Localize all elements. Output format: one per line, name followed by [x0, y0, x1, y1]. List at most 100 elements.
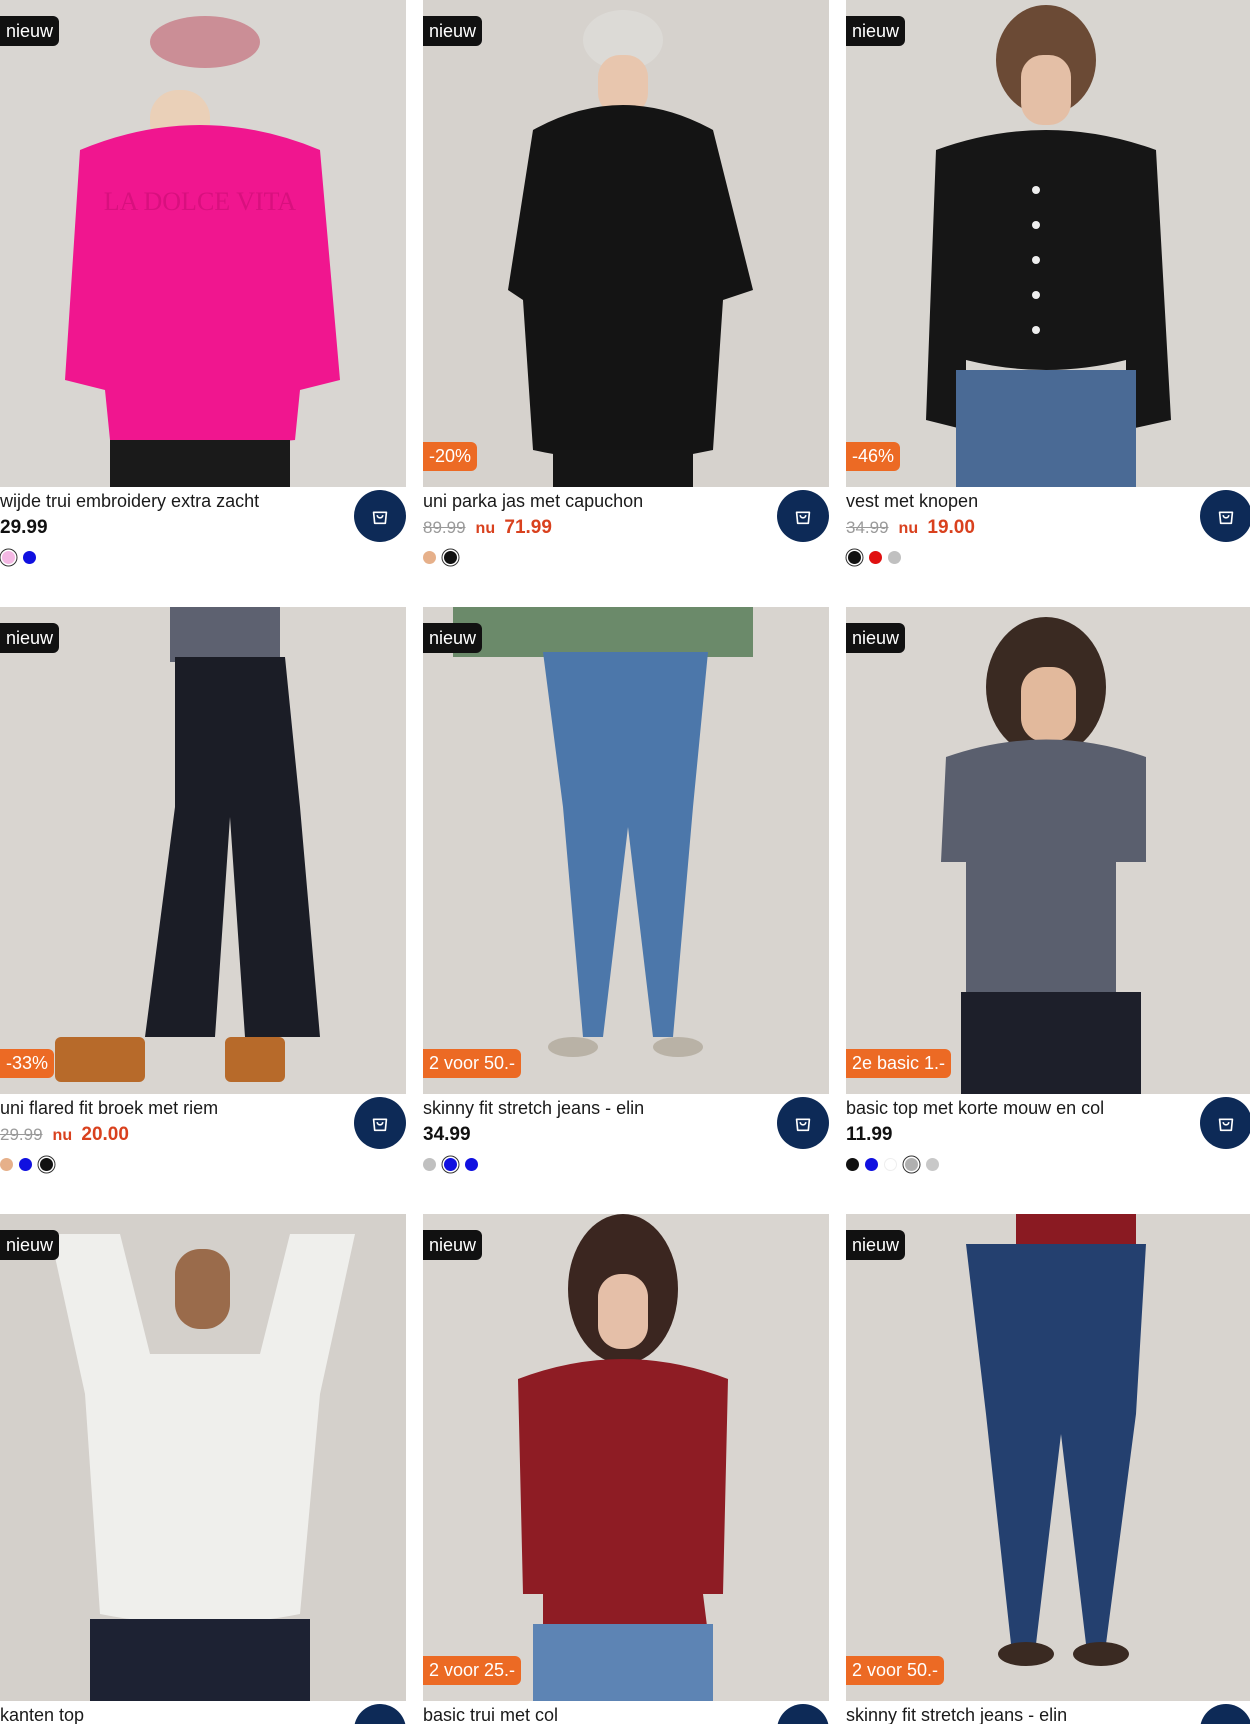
color-swatch[interactable] — [2, 551, 15, 564]
product-title[interactable]: uni parka jas met capuchon — [423, 491, 643, 512]
product-image[interactable]: nieuw -46% — [846, 0, 1250, 487]
add-to-cart-button[interactable] — [1200, 490, 1250, 542]
color-swatch[interactable] — [444, 1158, 457, 1171]
product-image[interactable]: nieuw 2 voor 25.- — [423, 1214, 829, 1701]
new-badge: nieuw — [0, 16, 60, 46]
price-row: 89.99 nu 71.99 — [423, 517, 552, 539]
color-swatch[interactable] — [869, 551, 882, 564]
color-swatches — [846, 551, 901, 564]
product-card[interactable]: nieuw kanten top — [0, 1214, 406, 1724]
add-to-cart-button[interactable] — [354, 1097, 406, 1149]
promo-badge: -33% — [0, 1049, 55, 1078]
product-photo — [846, 0, 1250, 487]
product-title[interactable]: vest met knopen — [846, 491, 978, 512]
product-image[interactable]: nieuw 2e basic 1.- — [846, 607, 1250, 1094]
color-swatch[interactable] — [884, 1158, 897, 1171]
price: 29.99 — [0, 517, 48, 538]
product-image[interactable]: nieuw -20% — [423, 0, 829, 487]
add-to-cart-button[interactable] — [777, 1097, 829, 1149]
price-row: 34.99 — [423, 1124, 471, 1146]
new-badge: nieuw — [423, 623, 483, 653]
new-badge: nieuw — [0, 1230, 60, 1260]
product-photo — [423, 1214, 829, 1701]
color-swatch[interactable] — [888, 551, 901, 564]
color-swatch[interactable] — [465, 1158, 478, 1171]
product-title[interactable]: skinny fit stretch jeans - elin — [423, 1098, 644, 1119]
color-swatch[interactable] — [23, 551, 36, 564]
color-swatches — [0, 1158, 55, 1171]
sale-price: 19.00 — [927, 517, 975, 538]
product-photo — [423, 607, 829, 1094]
nu-label: nu — [898, 520, 919, 537]
product-title[interactable]: uni flared fit broek met riem — [0, 1098, 218, 1119]
color-swatches — [846, 1158, 939, 1171]
price: 34.99 — [423, 1124, 471, 1145]
new-badge: nieuw — [0, 623, 60, 653]
new-badge: nieuw — [423, 1230, 483, 1260]
color-swatch[interactable] — [444, 551, 457, 564]
add-to-cart-button[interactable] — [1200, 1097, 1250, 1149]
product-title[interactable]: wijde trui embroidery extra zacht — [0, 491, 259, 512]
add-to-cart-button[interactable] — [1200, 1704, 1250, 1724]
color-swatch[interactable] — [865, 1158, 878, 1171]
color-swatches — [423, 551, 459, 564]
new-badge: nieuw — [846, 623, 906, 653]
product-title[interactable]: kanten top — [0, 1705, 84, 1724]
price-row: 29.99 nu 20.00 — [0, 1124, 129, 1146]
color-swatch[interactable] — [40, 1158, 53, 1171]
shopping-bag-icon — [1218, 511, 1234, 525]
product-image[interactable]: nieuw 2 voor 50.- — [423, 607, 829, 1094]
product-photo — [846, 607, 1250, 1094]
shopping-bag-icon — [1215, 1719, 1237, 1724]
color-swatch[interactable] — [848, 551, 861, 564]
shopping-bag-icon — [792, 1719, 814, 1724]
shopping-bag-icon — [795, 1118, 811, 1132]
product-photo — [0, 1214, 406, 1701]
product-title[interactable]: skinny fit stretch jeans - elin — [846, 1705, 1067, 1724]
product-title[interactable]: basic top met korte mouw en col — [846, 1098, 1104, 1119]
product-image[interactable]: LA DOLCE VITA nieuw — [0, 0, 406, 487]
new-badge: nieuw — [846, 1230, 906, 1260]
promo-badge: -46% — [846, 442, 901, 471]
shopping-bag-icon — [372, 511, 388, 525]
product-card[interactable]: nieuw -33% uni flared fit broek met riem… — [0, 607, 406, 1171]
product-title[interactable]: basic trui met col — [423, 1705, 558, 1724]
old-price: 34.99 — [846, 518, 889, 537]
product-card[interactable]: nieuw -46% vest met knopen 34.99 nu 19.00 — [846, 0, 1250, 564]
product-card[interactable]: nieuw 2 voor 50.- skinny fit stretch jea… — [846, 1214, 1250, 1724]
add-to-cart-button[interactable] — [777, 490, 829, 542]
promo-badge: 2 voor 25.- — [423, 1656, 522, 1685]
new-badge: nieuw — [423, 16, 483, 46]
product-card[interactable]: LA DOLCE VITA nieuw wijde trui embroider… — [0, 0, 406, 564]
product-card[interactable]: nieuw 2 voor 25.- basic trui met col — [423, 1214, 829, 1724]
embroidery-text: LA DOLCE VITA — [104, 187, 297, 216]
promo-badge: -20% — [423, 442, 478, 471]
promo-badge: 2e basic 1.- — [846, 1049, 952, 1078]
product-photo — [423, 0, 829, 487]
new-badge: nieuw — [846, 16, 906, 46]
shopping-bag-icon — [372, 1118, 388, 1132]
color-swatch[interactable] — [926, 1158, 939, 1171]
old-price: 29.99 — [0, 1125, 43, 1144]
add-to-cart-button[interactable] — [777, 1704, 829, 1724]
product-card[interactable]: nieuw -20% uni parka jas met capuchon 89… — [423, 0, 829, 564]
add-to-cart-button[interactable] — [354, 1704, 406, 1724]
color-swatch[interactable] — [905, 1158, 918, 1171]
product-image[interactable]: nieuw — [0, 1214, 406, 1701]
promo-badge: 2 voor 50.- — [846, 1656, 945, 1685]
product-image[interactable]: nieuw -33% — [0, 607, 406, 1094]
promo-badge: 2 voor 50.- — [423, 1049, 522, 1078]
price-row: 11.99 — [846, 1124, 893, 1146]
color-swatch[interactable] — [846, 1158, 859, 1171]
color-swatch[interactable] — [423, 551, 436, 564]
color-swatch[interactable] — [0, 1158, 13, 1171]
product-card[interactable]: nieuw 2e basic 1.- basic top met korte m… — [846, 607, 1250, 1171]
product-card[interactable]: nieuw 2 voor 50.- skinny fit stretch jea… — [423, 607, 829, 1171]
product-image[interactable]: nieuw 2 voor 50.- — [846, 1214, 1250, 1701]
product-photo: LA DOLCE VITA — [0, 0, 406, 487]
color-swatch[interactable] — [423, 1158, 436, 1171]
shopping-bag-icon — [1218, 1118, 1234, 1132]
add-to-cart-button[interactable] — [354, 490, 406, 542]
color-swatch[interactable] — [19, 1158, 32, 1171]
color-swatches — [0, 551, 36, 564]
